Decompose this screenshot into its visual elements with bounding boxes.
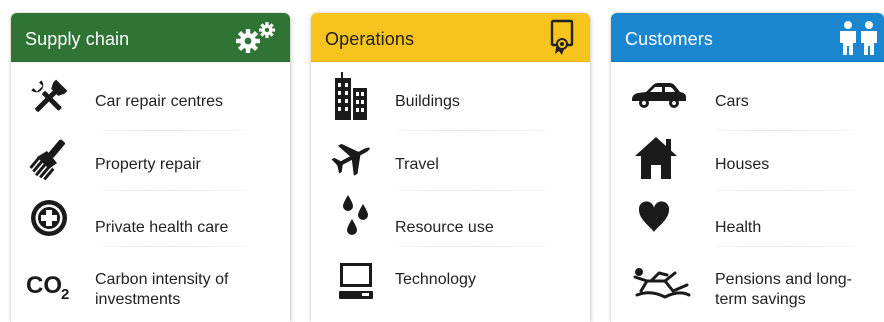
tools-icon (27, 76, 71, 120)
item-label: Carbon intensity of investments (95, 271, 229, 308)
operations-title: Operations (325, 29, 415, 49)
divider (715, 130, 855, 131)
list-item-car-repair: Car repair centres (11, 70, 290, 126)
list-item-cars: Cars (611, 70, 884, 126)
list-item-travel: Travel (311, 132, 590, 188)
list-item-health: Health (611, 192, 884, 248)
item-label: Buildings (395, 93, 460, 110)
customers-header: Customers (611, 13, 884, 62)
computer-icon (337, 261, 375, 301)
customers-card: Customers Cars Houses Health Pensions an… (611, 13, 884, 322)
item-label: Car repair centres (95, 93, 224, 110)
item-label: Houses (715, 156, 770, 173)
paintbrush-icon (27, 137, 71, 181)
reclining-person-icon (631, 265, 693, 301)
people-icon (837, 20, 881, 56)
divider (97, 246, 247, 247)
list-item-private-health-care: Private health care (11, 192, 290, 248)
svg-text:CO: CO (26, 272, 62, 299)
list-item-resource-use: Resource use (311, 192, 590, 248)
list-item-buildings: Buildings (311, 70, 590, 126)
medical-cross-icon (27, 196, 71, 240)
item-label: Pensions and long-term savings (715, 271, 852, 308)
item-label: Private health care (95, 219, 229, 236)
house-icon (633, 135, 679, 181)
supply-chain-card: Supply chain Car repair centres Property… (11, 13, 290, 322)
list-item-houses: Houses (611, 132, 884, 188)
car-icon (630, 80, 688, 110)
supply-chain-header: Supply chain (11, 13, 290, 62)
divider (397, 130, 547, 131)
item-label: Technology (395, 271, 476, 288)
item-label: Resource use (395, 219, 494, 236)
item-label: Cars (715, 93, 749, 110)
divider (397, 190, 547, 191)
operations-header: Operations (311, 13, 590, 62)
operations-card: Operations Buildings Travel Resource use… (311, 13, 590, 322)
divider (97, 190, 247, 191)
divider (97, 130, 247, 131)
certificate-icon (549, 18, 575, 56)
item-label: Property repair (95, 156, 201, 173)
list-item-technology: Technology (311, 251, 590, 311)
co2-icon: CO 2 (25, 261, 79, 305)
item-label: Health (715, 219, 762, 236)
list-item-carbon-intensity: CO 2 Carbon intensity of investments (11, 251, 290, 311)
svg-text:2: 2 (61, 286, 69, 303)
divider (715, 246, 855, 247)
water-drops-icon (339, 193, 371, 239)
customers-title: Customers (625, 29, 713, 49)
item-label: Travel (395, 156, 439, 173)
divider (397, 246, 547, 247)
list-item-property-repair: Property repair (11, 132, 290, 188)
heart-icon (637, 200, 671, 234)
gears-icon (231, 19, 281, 57)
divider (715, 190, 855, 191)
supply-chain-title: Supply chain (25, 29, 130, 49)
airplane-icon (331, 135, 375, 179)
list-item-pensions: Pensions and long-term savings (611, 251, 884, 311)
buildings-icon (329, 72, 377, 120)
